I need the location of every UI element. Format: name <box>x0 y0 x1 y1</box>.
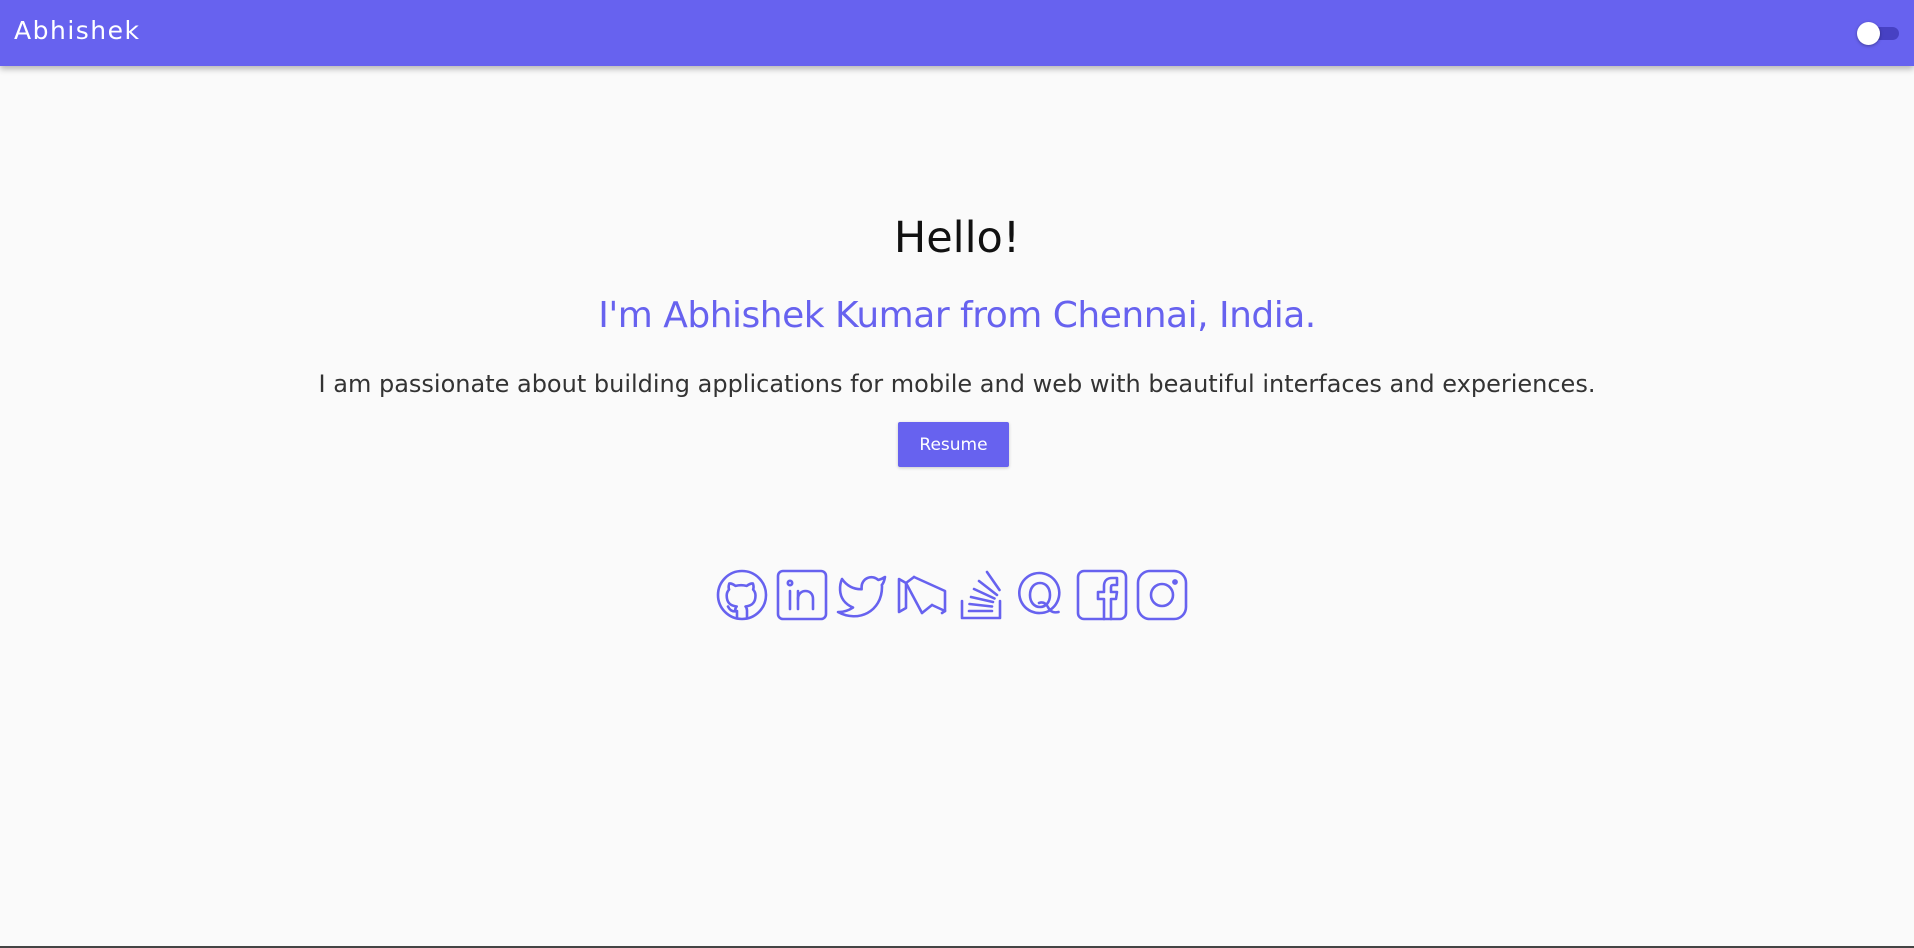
linkedin-link[interactable] <box>776 569 828 621</box>
intro-heading: I'm Abhishek Kumar from Chennai, India. <box>598 295 1316 336</box>
theme-toggle[interactable] <box>1857 22 1899 45</box>
twitter-icon <box>836 575 887 618</box>
quora-icon <box>1018 571 1061 615</box>
github-icon <box>716 569 768 621</box>
twitter-link[interactable] <box>836 569 888 621</box>
stackoverflow-link[interactable] <box>956 569 1008 621</box>
brand-title[interactable]: Abhishek <box>14 15 141 47</box>
resume-button[interactable]: Resume <box>898 422 1009 467</box>
medium-icon <box>897 575 947 615</box>
facebook-icon <box>1076 569 1128 621</box>
social-links <box>716 569 1188 621</box>
facebook-link[interactable] <box>1076 569 1128 621</box>
instagram-link[interactable] <box>1136 569 1188 621</box>
stackoverflow-icon <box>960 570 1002 620</box>
toggle-knob <box>1857 22 1880 45</box>
github-link[interactable] <box>716 569 768 621</box>
linkedin-icon <box>776 569 828 621</box>
top-app-bar: Abhishek <box>0 0 1914 66</box>
medium-link[interactable] <box>896 569 948 621</box>
instagram-icon <box>1136 569 1188 621</box>
quora-link[interactable] <box>1016 569 1068 621</box>
tagline-text: I am passionate about building applicati… <box>318 370 1596 398</box>
greeting-heading: Hello! <box>893 213 1021 263</box>
